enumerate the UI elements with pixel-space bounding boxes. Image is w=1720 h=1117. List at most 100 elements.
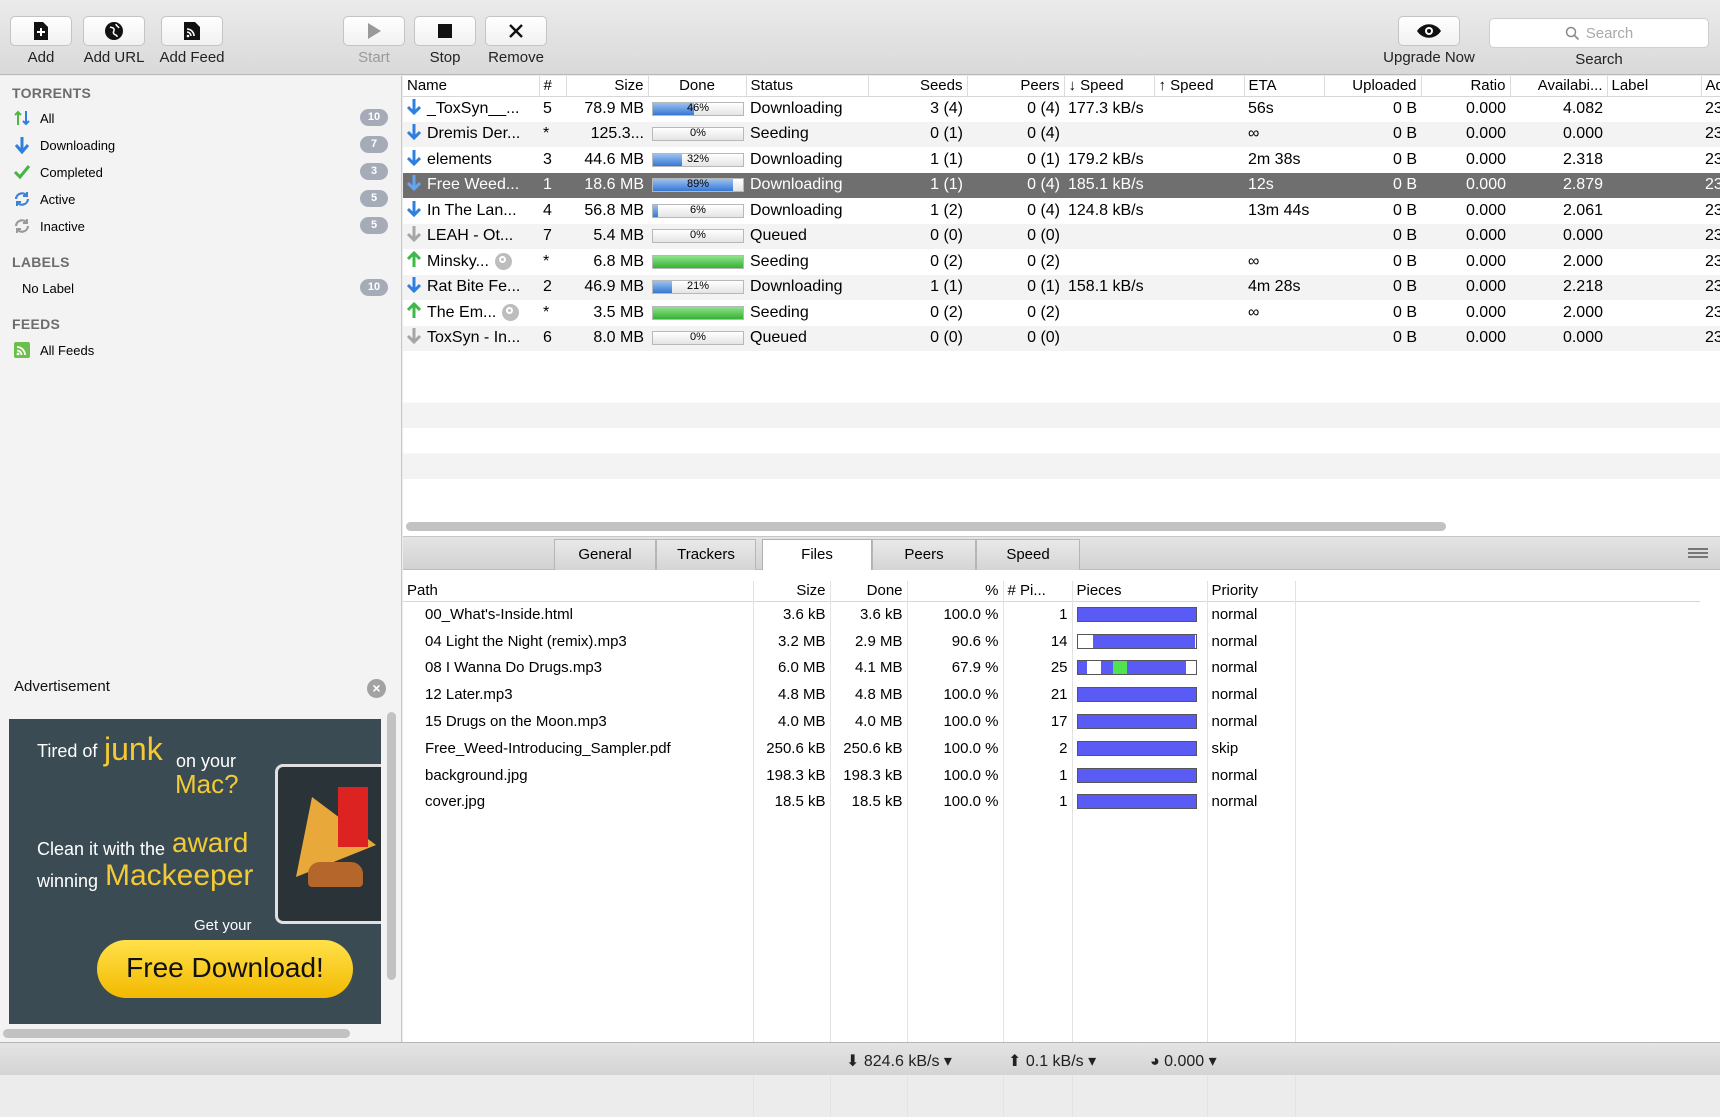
column-header[interactable]: Uploaded xyxy=(1324,76,1422,97)
progress-bar: 89% xyxy=(652,178,744,193)
download-speed-menu[interactable]: ⬇ 824.6 kB/s ▾ xyxy=(846,1051,952,1071)
priority-cell[interactable]: normal xyxy=(1207,654,1296,682)
ad-scrollbar[interactable] xyxy=(387,712,396,980)
down-speed-cell: 185.1 kB/s xyxy=(1064,172,1154,198)
sidebar-item-active[interactable]: Active 5 xyxy=(12,186,390,212)
file-row[interactable]: 08 I Wanna Do Drugs.mp3 6.0 MB 4.1 MB 67.9 … xyxy=(403,654,1700,682)
column-header[interactable]: Seeds xyxy=(868,76,968,97)
search-input[interactable]: Search xyxy=(1489,18,1709,48)
advertisement-banner[interactable]: Tired of junk on your Mac? Clean it with… xyxy=(9,719,381,1024)
file-row[interactable]: 15 Drugs on the Moon.mp3 4.0 MB 4.0 MB 100.… xyxy=(403,708,1700,735)
column-header[interactable]: Size xyxy=(753,581,831,602)
tab-speed[interactable]: Speed xyxy=(976,539,1080,570)
up-speed-cell xyxy=(1154,198,1244,224)
name-cell: Minsky... xyxy=(403,249,539,275)
column-header[interactable]: ETA xyxy=(1244,76,1325,97)
column-header[interactable]: Size xyxy=(566,76,649,97)
upload-speed-menu[interactable]: ⬆ 0.1 kB/s ▾ xyxy=(1008,1051,1096,1071)
added-cell: 23 xyxy=(1701,274,1720,300)
eta-cell: 13m 44s xyxy=(1248,201,1310,219)
column-header[interactable]: Label xyxy=(1607,76,1702,97)
column-header[interactable]: Pieces xyxy=(1072,581,1208,602)
peers-cell: 0 (1) xyxy=(1027,150,1060,168)
column-header[interactable]: # Pi... xyxy=(1003,581,1073,602)
column-header[interactable]: Ratio xyxy=(1421,76,1511,97)
priority-cell[interactable]: normal xyxy=(1207,708,1296,735)
progress-bar: 0% xyxy=(652,127,744,142)
count-badge: 10 xyxy=(360,109,388,126)
free-download-button[interactable]: Free Download! xyxy=(97,940,353,998)
torrent-table-scrollbar[interactable] xyxy=(406,522,1446,531)
column-header[interactable]: Path xyxy=(403,581,754,602)
size-cell: 3.2 MB xyxy=(753,627,831,655)
file-row[interactable]: 12 Later.mp3 4.8 MB 4.8 MB 100.0 % 21 normal xyxy=(403,681,1700,709)
add-feed-button[interactable]: Add Feed xyxy=(151,16,233,66)
column-header[interactable]: # xyxy=(539,76,567,97)
table-row[interactable]: _ToxSyn__... 5 78.9 MB 46% Downloading 3 (4) 0… xyxy=(403,96,1720,122)
table-row[interactable]: Free Weed... 1 18.6 MB 89% Downloading 1 (1) 0… xyxy=(403,172,1720,198)
file-row[interactable]: 00_What's-Inside.html 3.6 kB 3.6 kB 100.0 %… xyxy=(403,601,1700,628)
tab-files[interactable]: Files xyxy=(762,539,872,570)
add-button[interactable]: Add xyxy=(0,16,82,66)
table-row[interactable]: In The Lan... 4 56.8 MB 6% Downloading 1 (2) 0… xyxy=(403,198,1720,224)
sidebar-item-inactive[interactable]: Inactive 5 xyxy=(12,213,390,239)
ad-title: Advertisement xyxy=(14,678,110,695)
table-row[interactable]: Minsky... * 6.8 MB Seeding 0 (2) 0 (2) ∞ 0 B 0.0… xyxy=(403,249,1720,275)
add-url-button[interactable]: Add URL xyxy=(73,16,155,66)
priority-cell[interactable]: normal xyxy=(1207,681,1296,709)
table-row[interactable]: LEAH - Ot... 7 5.4 MB 0% Queued 0 (0) 0 (0) 0 B… xyxy=(403,223,1720,249)
menu-icon[interactable] xyxy=(1688,548,1708,558)
sidebar-item-all-feeds[interactable]: All Feeds xyxy=(12,337,390,363)
remove-button[interactable]: Remove xyxy=(475,16,557,66)
file-row[interactable]: background.jpg 198.3 kB 198.3 kB 100.0 % 1 no… xyxy=(403,761,1700,789)
priority-cell[interactable]: skip xyxy=(1207,734,1296,762)
file-row[interactable]: 04 Light the Night (remix).mp3 3.2 MB 2.9 … xyxy=(403,627,1700,655)
tab-trackers[interactable]: Trackers xyxy=(656,539,756,570)
table-row[interactable]: Rat Bite Fe... 2 46.9 MB 21% Downloading 1 (1… xyxy=(403,274,1720,300)
priority-cell[interactable]: normal xyxy=(1207,761,1296,789)
label-cell xyxy=(1607,96,1701,122)
priority-cell[interactable]: normal xyxy=(1207,788,1296,816)
column-header[interactable]: % xyxy=(907,581,1004,602)
priority-cell[interactable]: normal xyxy=(1207,627,1296,655)
priority-cell[interactable]: normal xyxy=(1207,601,1296,628)
sidebar-item-all[interactable]: All 10 xyxy=(12,105,390,131)
close-icon[interactable]: × xyxy=(367,679,386,698)
tab-peers[interactable]: Peers xyxy=(872,539,976,570)
done-cell: 0% xyxy=(648,223,746,249)
column-header[interactable]: Done xyxy=(830,581,908,602)
ad-text: winning xyxy=(37,871,99,891)
seeds-cell: 0 (1) xyxy=(868,121,967,147)
table-row[interactable]: Dremis Der... * 125.3... 0% Seeding 0 (1) 0 (4… xyxy=(403,121,1720,147)
column-header[interactable]: Ad xyxy=(1701,76,1720,97)
column-header[interactable]: Priority xyxy=(1207,581,1296,602)
piece-count-cell: 17 xyxy=(1003,708,1073,735)
file-row[interactable]: Free_Weed-Introducing_Sampler.pdf 250.6 k… xyxy=(403,734,1700,762)
column-header[interactable]: Name xyxy=(403,76,540,97)
column-header[interactable]: Peers xyxy=(967,76,1065,97)
column-header[interactable]: Status xyxy=(746,76,869,97)
spacer-cell xyxy=(1295,789,1700,816)
path-cell: background.jpg xyxy=(403,761,754,789)
sidebar-item-completed[interactable]: Completed 3 xyxy=(12,159,390,185)
upgrade-button[interactable]: Upgrade Now xyxy=(1383,16,1475,66)
path-cell: 04 Light the Night (remix).mp3 xyxy=(403,627,754,655)
column-header[interactable]: ↑ Speed xyxy=(1154,76,1245,97)
tab-general[interactable]: General xyxy=(554,539,656,570)
sidebar-item-downloading[interactable]: Downloading 7 xyxy=(12,132,390,158)
file-row[interactable]: cover.jpg 18.5 kB 18.5 kB 100.0 % 1 normal xyxy=(403,788,1700,816)
sidebar-item-no-label[interactable]: No Label 10 xyxy=(22,275,400,301)
pieces-map xyxy=(1076,607,1197,623)
column-header[interactable]: Availabi... xyxy=(1510,76,1608,97)
column-header[interactable]: Done xyxy=(648,76,747,97)
start-button[interactable]: Start xyxy=(333,16,415,66)
ratio-icon: ◕ xyxy=(1150,1053,1160,1070)
table-row[interactable]: The Em... * 3.5 MB Seeding 0 (2) 0 (2) ∞ 0 B 0.0… xyxy=(403,300,1720,326)
eta-cell xyxy=(1244,223,1324,249)
sidebar-horizontal-scrollbar[interactable] xyxy=(3,1029,350,1038)
column-header[interactable]: ↓ Speed xyxy=(1064,76,1155,97)
table-row[interactable]: ToxSyn - In... 6 8.0 MB 0% Queued 0 (0) 0 (0) 0… xyxy=(403,325,1720,351)
stop-button[interactable]: Stop xyxy=(404,16,486,66)
ratio-menu[interactable]: ◕ 0.000 ▾ xyxy=(1150,1051,1217,1071)
table-row[interactable]: elements 3 44.6 MB 32% Downloading 1 (1) 0 (1)… xyxy=(403,147,1720,173)
